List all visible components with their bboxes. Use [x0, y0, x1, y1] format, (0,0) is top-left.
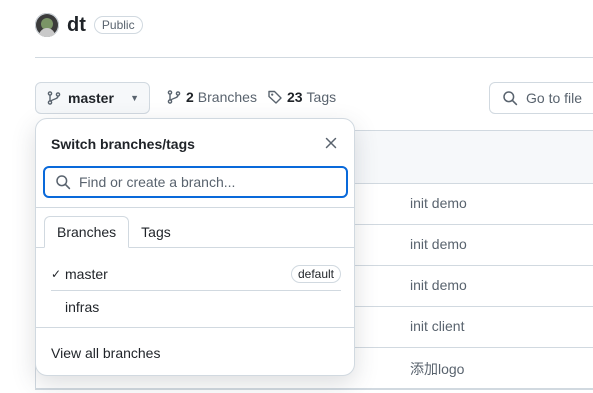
- tags-link[interactable]: 23 Tags: [267, 89, 336, 105]
- branch-list: ✓ master default infras: [51, 258, 341, 323]
- search-icon: [55, 174, 71, 190]
- git-branch-icon: [166, 89, 182, 105]
- branch-name: master: [65, 266, 108, 282]
- repo-counts: 2 Branches 23 Tags: [166, 89, 336, 105]
- commit-message[interactable]: init demo: [410, 277, 467, 293]
- tags-count: 23: [286, 89, 303, 105]
- default-badge: default: [290, 265, 341, 283]
- view-all-branches-link[interactable]: View all branches: [51, 345, 160, 361]
- git-branch-icon: [46, 90, 62, 106]
- branch-search-field[interactable]: [43, 166, 348, 198]
- branch-tag-tabs: Branches Tags: [44, 216, 183, 248]
- branch-name: infras: [65, 299, 100, 315]
- branch-item-infras[interactable]: infras: [51, 290, 341, 323]
- check-icon: ✓: [51, 267, 62, 281]
- visibility-badge: Public: [93, 16, 143, 34]
- branch-search-input[interactable]: [79, 174, 319, 190]
- current-branch-label: master: [68, 90, 114, 106]
- tag-icon: [267, 89, 283, 105]
- branches-label: Branches: [197, 89, 257, 105]
- repo-header: dt Public: [35, 13, 143, 37]
- tab-tags[interactable]: Tags: [129, 216, 183, 248]
- caret-down-icon: ▼: [130, 93, 139, 103]
- search-icon: [502, 90, 518, 106]
- go-to-file-input[interactable]: Go to file: [489, 82, 593, 114]
- branch-item-master[interactable]: ✓ master default: [51, 258, 341, 290]
- tab-branches[interactable]: Branches: [44, 216, 130, 248]
- divider: [36, 327, 354, 328]
- commit-message[interactable]: init demo: [410, 195, 467, 211]
- close-icon[interactable]: [319, 131, 343, 155]
- branch-switch-popover: Switch branches/tags Branches Tags ✓ mas…: [35, 118, 355, 376]
- branches-count: 2: [186, 89, 194, 105]
- branch-select-button[interactable]: master ▼: [35, 82, 150, 114]
- go-to-file-placeholder: Go to file: [526, 90, 583, 106]
- avatar[interactable]: [35, 13, 59, 37]
- commit-message[interactable]: init demo: [410, 236, 467, 252]
- divider: [36, 207, 354, 208]
- commit-message[interactable]: 添加logo: [410, 359, 464, 379]
- header-divider: [35, 57, 593, 58]
- popover-title: Switch branches/tags: [51, 136, 195, 152]
- branches-link[interactable]: 2 Branches: [166, 89, 257, 105]
- commit-message[interactable]: init client: [410, 318, 464, 334]
- repo-name[interactable]: dt: [67, 14, 86, 37]
- tags-label: Tags: [306, 89, 337, 105]
